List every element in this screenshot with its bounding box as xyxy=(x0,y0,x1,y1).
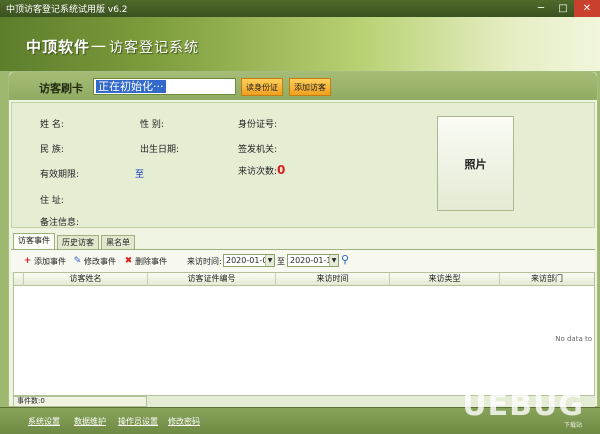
remark-label: 备注信息: xyxy=(40,218,80,228)
event-count: 事件数:0 xyxy=(13,396,147,407)
card-input-value: 正在初始化··· xyxy=(96,80,166,93)
grid-col-visit-type[interactable]: 来访类型 xyxy=(390,273,500,286)
card-swipe-bar: 访客刷卡 正在初始化··· 读身份证 添加访客 xyxy=(9,72,597,100)
visit-count-value: 0 xyxy=(277,163,286,177)
brand-logo-text: 中顶软件 xyxy=(26,38,91,56)
delete-event-button[interactable]: ✖ 删除事件 xyxy=(124,256,167,267)
tab-blacklist[interactable]: 黑名单 xyxy=(101,235,135,250)
watermark-logo: UEBUG xyxy=(462,388,584,423)
window-titlebar: 中顶访客登记系统试用版 v6.2 ─ □ ✕ xyxy=(0,0,600,17)
data-maintenance-link[interactable]: 数据维护 xyxy=(74,416,106,427)
gender-label: 性 别: xyxy=(140,120,164,130)
date-to-picker[interactable]: 2020-01-16 ▼ xyxy=(287,254,339,267)
visitor-event-grid: 访客姓名 访客证件编号 来访时间 来访类型 来访部门 No data to xyxy=(13,272,595,396)
add-event-button[interactable]: + 添加事件 xyxy=(23,256,66,267)
main-panel: 访客刷卡 正在初始化··· 读身份证 添加访客 姓 名: 性 别: 身份证号: … xyxy=(8,71,598,407)
birth-date-label: 出生日期: xyxy=(140,145,180,155)
change-password-link[interactable]: 修改密码 xyxy=(168,416,200,427)
app-banner: 中顶软件 一 访客登记系统 xyxy=(0,17,600,71)
delete-x-icon: ✖ xyxy=(124,256,133,266)
validity-to-text: 至 xyxy=(135,170,145,180)
edit-event-button[interactable]: ✎ 修改事件 xyxy=(73,256,116,267)
tab-visitor-events[interactable]: 访客事件 xyxy=(13,233,55,250)
grid-col-department[interactable]: 来访部门 xyxy=(500,273,594,286)
visit-count-field: 来访次数: 0 xyxy=(238,163,285,177)
add-visitor-button[interactable]: 添加访客 xyxy=(289,78,331,96)
chevron-down-icon[interactable]: ▼ xyxy=(265,255,274,266)
card-swipe-label: 访客刷卡 xyxy=(39,82,83,95)
operator-settings-link[interactable]: 操作员设置 xyxy=(118,416,158,427)
tab-strip: 访客事件 历史访客 黑名单 xyxy=(13,233,137,250)
grid-col-indicator xyxy=(14,273,24,286)
grid-header: 访客姓名 访客证件编号 来访时间 来访类型 来访部门 xyxy=(14,273,594,286)
system-name: 访客登记系统 xyxy=(109,40,199,56)
event-toolbar: + 添加事件 ✎ 修改事件 ✖ 删除事件 来访时间: 2020-01-09 ▼ … xyxy=(11,250,595,272)
window-controls: ─ □ ✕ xyxy=(530,0,600,17)
visitor-info-panel: 姓 名: 性 别: 身份证号: 民 族: 出生日期: 签发机关: 有效期限: 至… xyxy=(11,102,595,228)
grid-col-visit-time[interactable]: 来访时间 xyxy=(276,273,390,286)
card-input[interactable]: 正在初始化··· xyxy=(93,78,236,95)
photo-label: 照片 xyxy=(464,157,487,171)
address-label: 住 址: xyxy=(40,196,64,206)
no-data-text: No data to xyxy=(555,335,592,343)
pencil-icon: ✎ xyxy=(73,256,82,266)
date-to-label: 至 xyxy=(277,257,285,266)
edit-event-label: 修改事件 xyxy=(84,257,116,266)
photo-box: 照片 xyxy=(437,116,514,211)
window-title: 中顶访客登记系统试用版 v6.2 xyxy=(6,5,128,15)
grid-col-id-number[interactable]: 访客证件编号 xyxy=(148,273,276,286)
visit-count-label: 来访次数: xyxy=(238,166,278,177)
visit-time-label: 来访时间: xyxy=(187,257,222,266)
ethnic-label: 民 族: xyxy=(40,145,64,155)
name-label: 姓 名: xyxy=(40,120,64,130)
grid-col-name[interactable]: 访客姓名 xyxy=(24,273,148,286)
date-from-picker[interactable]: 2020-01-09 ▼ xyxy=(223,254,275,267)
banner-separator: 一 xyxy=(91,38,107,56)
issuing-authority-label: 签发机关: xyxy=(238,145,278,155)
validity-label: 有效期限: xyxy=(40,170,80,180)
maximize-button[interactable]: □ xyxy=(552,0,574,17)
search-icon[interactable]: ⚲ xyxy=(341,253,349,266)
chevron-down-icon[interactable]: ▼ xyxy=(329,255,338,266)
close-button[interactable]: ✕ xyxy=(574,0,600,17)
minimize-button[interactable]: ─ xyxy=(530,0,552,17)
tab-history-visitors[interactable]: 历史访客 xyxy=(57,235,99,250)
watermark-sub: 下载站 xyxy=(563,422,582,429)
plus-icon: + xyxy=(23,256,32,266)
delete-event-label: 删除事件 xyxy=(135,257,167,266)
read-id-card-button[interactable]: 读身份证 xyxy=(241,78,283,96)
id-number-label: 身份证号: xyxy=(238,120,278,130)
add-event-label: 添加事件 xyxy=(34,257,66,266)
system-settings-link[interactable]: 系统设置 xyxy=(28,416,60,427)
